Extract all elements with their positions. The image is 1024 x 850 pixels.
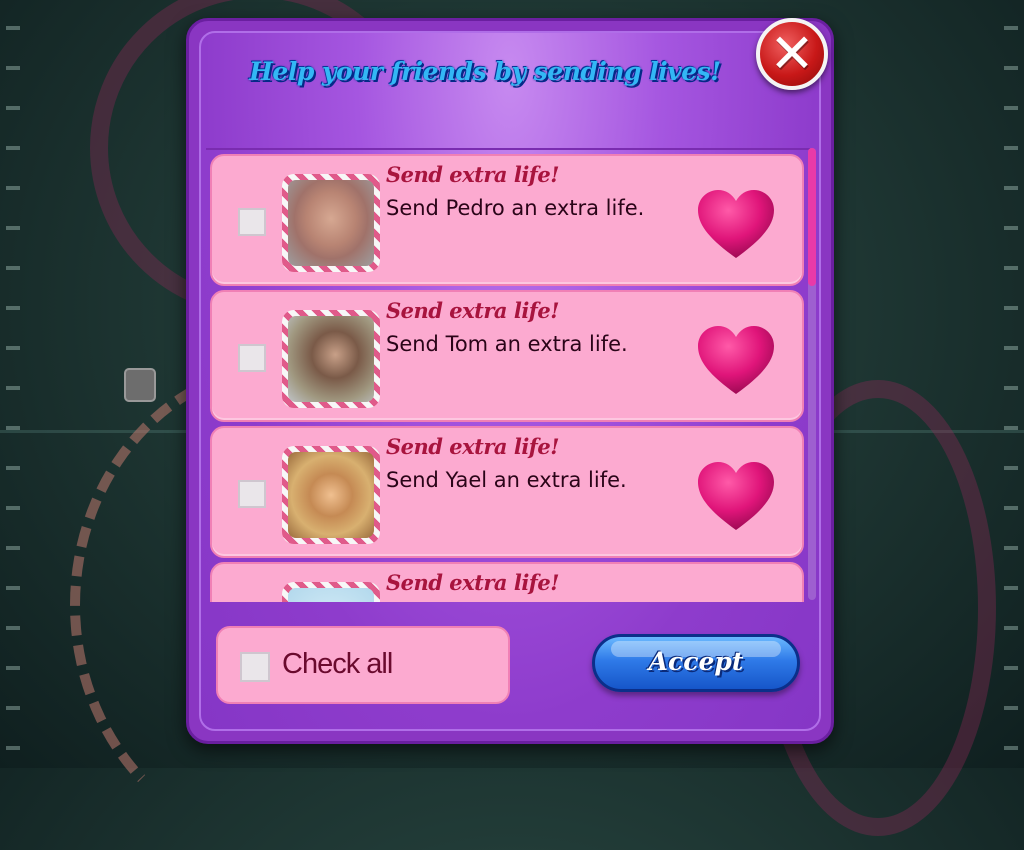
avatar-frame <box>282 582 380 602</box>
check-all-checkbox[interactable] <box>240 652 270 682</box>
friend-row-partial[interactable]: Send extra life! <box>210 562 804 602</box>
map-border-right <box>1004 0 1018 768</box>
heart-icon[interactable] <box>696 460 776 532</box>
friend-checkbox[interactable] <box>238 480 266 508</box>
close-button[interactable]: ✕ <box>756 18 828 90</box>
friend-checkbox[interactable] <box>238 208 266 236</box>
avatar <box>288 316 374 402</box>
avatar-frame <box>282 174 380 272</box>
row-message: Send Pedro an extra life. <box>386 196 645 220</box>
avatar-frame <box>282 446 380 544</box>
avatar <box>288 180 374 266</box>
close-icon: ✕ <box>769 22 815 85</box>
row-heading: Send extra life! <box>386 162 559 187</box>
row-message: Send Tom an extra life. <box>386 332 628 356</box>
check-all-label: Check all <box>282 648 393 680</box>
accept-label: Accept <box>648 647 744 676</box>
map-border-left <box>6 0 20 768</box>
accept-button[interactable]: Accept <box>592 634 800 692</box>
row-heading: Send extra life! <box>386 434 559 459</box>
list-scrollbar[interactable] <box>808 148 816 600</box>
avatar-frame <box>282 310 380 408</box>
friend-row-yael[interactable]: Send extra life! Send Yael an extra life… <box>210 426 804 558</box>
avatar <box>288 452 374 538</box>
scrollbar-thumb[interactable] <box>808 148 816 286</box>
friend-row-tom[interactable]: Send extra life! Send Tom an extra life. <box>210 290 804 422</box>
row-heading: Send extra life! <box>386 570 559 595</box>
dialog-title: Help your friends by sending lives! <box>249 57 721 86</box>
row-heading: Send extra life! <box>386 298 559 323</box>
friend-checkbox[interactable] <box>238 344 266 372</box>
heart-icon[interactable] <box>696 188 776 260</box>
row-message: Send Yael an extra life. <box>386 468 627 492</box>
check-all-toggle[interactable]: Check all <box>216 626 510 704</box>
friend-row-pedro[interactable]: Send extra life! Send Pedro an extra lif… <box>210 154 804 286</box>
friend-list[interactable]: Send extra life! Send Pedro an extra lif… <box>206 148 810 602</box>
map-level-node <box>124 368 156 402</box>
avatar <box>288 588 374 602</box>
heart-icon[interactable] <box>696 324 776 396</box>
